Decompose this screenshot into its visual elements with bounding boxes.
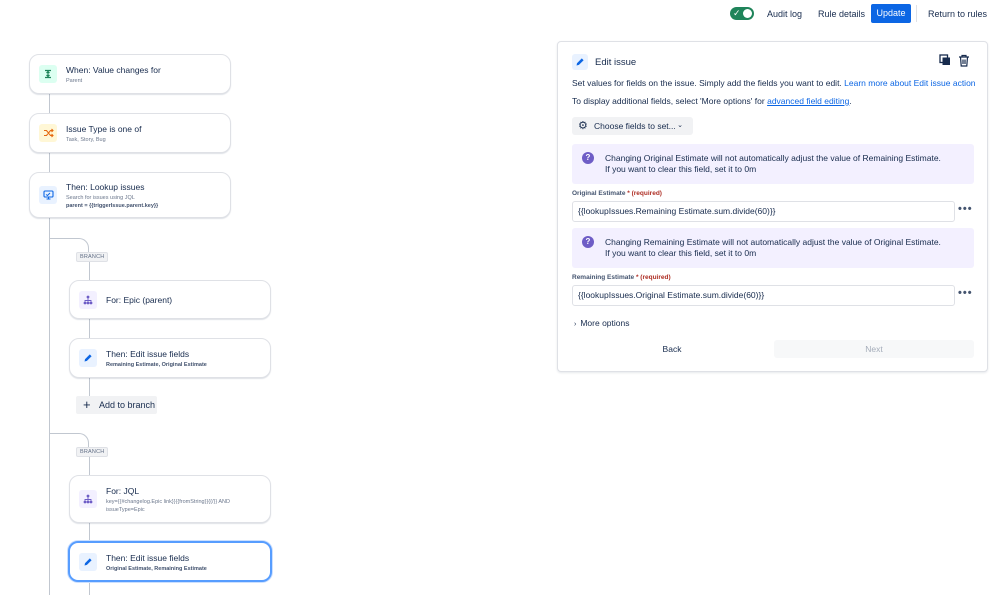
chevron-right-icon: › bbox=[574, 321, 577, 328]
display-note: To display additional fields, select 'Mo… bbox=[572, 96, 852, 106]
choose-fields-dropdown[interactable]: ⚙ Choose fields to set... ⌄ bbox=[572, 117, 693, 135]
branch2-edit-fields: Original Estimate, Remaining Estimate bbox=[106, 566, 207, 572]
connector bbox=[89, 319, 90, 338]
add-to-branch-label: Add to branch bbox=[99, 400, 156, 410]
panel-description: Set values for fields on the issue. Simp… bbox=[572, 78, 976, 88]
connector bbox=[89, 457, 90, 475]
branch2-edit-title: Then: Edit issue fields bbox=[106, 553, 190, 563]
lookup-subtitle: Search for issues using JQL bbox=[66, 195, 135, 201]
choose-fields-label: Choose fields to set... bbox=[594, 121, 676, 131]
branch-tag: BRANCH bbox=[76, 252, 109, 262]
next-button[interactable]: Next bbox=[774, 340, 974, 358]
info-message-remaining: ? Changing Remaining Estimate will not a… bbox=[572, 228, 974, 268]
monitor-icon bbox=[39, 186, 57, 204]
info-message-original: ? Changing Original Estimate will not au… bbox=[572, 144, 974, 184]
connector bbox=[49, 94, 50, 114]
edit-issue-panel: Edit issue Set values for fields on the … bbox=[557, 41, 988, 372]
info-line-2: If you want to clear this field, set it … bbox=[605, 248, 757, 258]
connector bbox=[89, 523, 90, 542]
remaining-estimate-label: Remaining Estimate * (required) bbox=[572, 274, 671, 281]
condition-title: Issue Type is one of bbox=[66, 124, 142, 134]
return-to-rules-button[interactable]: Return to rules bbox=[928, 8, 987, 20]
learn-more-link[interactable]: Learn more about Edit issue action bbox=[844, 78, 975, 88]
trigger-subtitle: Parent bbox=[66, 78, 83, 84]
lookup-title: Then: Lookup issues bbox=[66, 182, 145, 192]
chevron-down-icon: ⌄ bbox=[677, 122, 683, 129]
pencil-icon bbox=[572, 54, 588, 70]
branch1-edit-fields: Remaining Estimate, Original Estimate bbox=[106, 362, 207, 368]
lookup-card[interactable]: Then: Lookup issues Search for issues us… bbox=[29, 172, 231, 218]
remaining-estimate-input[interactable]: {{lookupIssues.Original Estimate.sum.div… bbox=[572, 285, 955, 306]
panel-title: Edit issue bbox=[595, 57, 637, 68]
rule-enabled-toggle[interactable]: ✓ bbox=[730, 7, 754, 20]
back-button[interactable]: Back bbox=[572, 340, 772, 358]
more-actions-icon[interactable]: ••• bbox=[958, 203, 973, 215]
branch-tag: BRANCH bbox=[76, 447, 109, 457]
connector bbox=[89, 581, 90, 595]
audit-log-button[interactable]: Audit log bbox=[767, 8, 802, 20]
original-estimate-label: Original Estimate * (required) bbox=[572, 190, 662, 197]
check-icon: ✓ bbox=[733, 8, 741, 18]
connector bbox=[89, 378, 90, 396]
hierarchy-icon bbox=[79, 490, 97, 508]
question-icon: ? bbox=[582, 236, 594, 248]
duplicate-icon[interactable] bbox=[939, 54, 951, 69]
info-line-1: Changing Remaining Estimate will not aut… bbox=[605, 237, 941, 247]
pencil-icon bbox=[79, 349, 97, 367]
condition-subtitle: Task, Story, Bug bbox=[66, 137, 106, 143]
top-bar: ✓ Audit log Rule details Update Return t… bbox=[0, 0, 999, 28]
main-connector bbox=[49, 218, 50, 595]
gear-icon: ⚙ bbox=[578, 120, 588, 132]
toolbar-divider bbox=[916, 5, 917, 22]
add-to-branch-button[interactable]: + Add to branch bbox=[76, 396, 157, 414]
trigger-title: When: Value changes for bbox=[66, 65, 161, 75]
trash-icon[interactable] bbox=[958, 54, 970, 70]
toggle-knob bbox=[743, 9, 752, 18]
hierarchy-icon bbox=[79, 290, 97, 309]
lookup-jql: parent = {{triggerIssue.parent.key}} bbox=[66, 203, 159, 209]
trigger-card[interactable]: When: Value changes for Parent bbox=[29, 54, 231, 94]
branch2-for-jql-line2: issueType=Epic bbox=[106, 507, 145, 513]
branch-connector bbox=[49, 433, 89, 447]
shuffle-icon bbox=[39, 124, 57, 142]
branch2-for-title: For: JQL bbox=[106, 486, 140, 496]
value-changes-icon bbox=[39, 65, 57, 83]
info-line-1: Changing Original Estimate will not auto… bbox=[605, 153, 941, 163]
more-actions-icon[interactable]: ••• bbox=[958, 287, 973, 299]
branch1-for-card[interactable]: For: Epic (parent) bbox=[69, 280, 271, 319]
branch1-for-title: For: Epic (parent) bbox=[106, 295, 173, 305]
more-options-toggle[interactable]: › More options bbox=[574, 318, 629, 328]
plus-icon: + bbox=[83, 397, 91, 412]
advanced-field-editing-link[interactable]: advanced field editing bbox=[767, 96, 849, 106]
condition-card[interactable]: Issue Type is one of Task, Story, Bug bbox=[29, 113, 231, 153]
connector bbox=[49, 153, 50, 172]
rule-details-button[interactable]: Rule details bbox=[818, 8, 865, 20]
branch2-edit-card[interactable]: Then: Edit issue fields Original Estimat… bbox=[68, 541, 272, 582]
branch2-for-jql-line1: key={{#changelog.Epic link}}{{fromString… bbox=[106, 499, 230, 505]
question-icon: ? bbox=[582, 152, 594, 164]
pencil-icon bbox=[79, 552, 97, 571]
branch2-for-card[interactable]: For: JQL key={{#changelog.Epic link}}{{f… bbox=[69, 475, 271, 523]
update-button[interactable]: Update bbox=[871, 4, 911, 23]
original-estimate-input[interactable]: {{lookupIssues.Remaining Estimate.sum.di… bbox=[572, 201, 955, 222]
info-line-2: If you want to clear this field, set it … bbox=[605, 164, 757, 174]
branch-connector bbox=[49, 238, 89, 252]
connector bbox=[89, 262, 90, 280]
branch1-edit-card[interactable]: Then: Edit issue fields Remaining Estima… bbox=[69, 338, 271, 378]
branch1-edit-title: Then: Edit issue fields bbox=[106, 349, 190, 359]
